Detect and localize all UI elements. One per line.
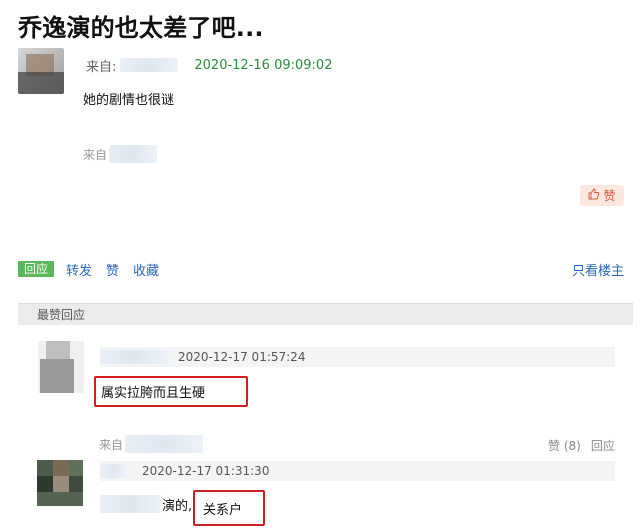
reply-text-blurred	[100, 495, 162, 513]
reply-timestamp: 2020-12-17 01:57:24	[178, 350, 306, 364]
reply-button[interactable]: 回应	[18, 261, 55, 277]
action-bar: 回应 转发 赞 收藏 只看楼主	[18, 260, 624, 279]
source-label: 来自	[99, 437, 124, 452]
source-label: 来自	[83, 147, 108, 162]
best-replies-header: 最赞回应	[18, 303, 633, 325]
reply-text: 属实拉胯而且生硬	[101, 386, 206, 401]
like-label: 赞	[603, 189, 616, 203]
reply-text-highlight: 属实拉胯而且生硬	[94, 376, 248, 407]
reply-avatar[interactable]	[37, 460, 83, 506]
like-link[interactable]: 赞	[106, 260, 119, 279]
reply-text-highlight: 关系户	[193, 490, 265, 526]
source-name-blurred	[125, 435, 204, 453]
author-name-blurred[interactable]	[120, 58, 179, 72]
thumbs-up-icon	[588, 188, 600, 203]
repost-link[interactable]: 转发	[66, 260, 92, 279]
reply-source: 来自	[99, 435, 204, 453]
reply-meta-bar: 2020-12-17 01:31:30	[100, 461, 615, 481]
source-name-blurred	[109, 145, 158, 163]
reply-text-line: 演的,	[100, 494, 192, 514]
reply-meta-bar: 2020-12-17 01:57:24	[100, 347, 615, 367]
reply-timestamp: 2020-12-17 01:31:30	[142, 464, 270, 478]
meta-from-label: 来自:	[86, 59, 117, 75]
reply-author-blurred[interactable]	[100, 464, 126, 478]
reply-like-link[interactable]: 赞 (8)	[548, 437, 581, 454]
author-avatar[interactable]	[18, 48, 64, 94]
collect-link[interactable]: 收藏	[133, 260, 159, 279]
reply-avatar[interactable]	[38, 341, 84, 393]
reply-text: 关系户	[203, 502, 243, 518]
post-meta: 来自: 2020-12-16 09:09:02	[86, 56, 333, 75]
post-source: 来自	[83, 145, 158, 163]
only-author-link[interactable]: 只看楼主	[572, 260, 624, 279]
reply-author-blurred[interactable]	[100, 350, 168, 364]
post-title: 乔逸演的也太差了吧...	[18, 14, 264, 42]
reply-tools: 赞 (8) 回应	[548, 437, 615, 454]
reply-text-prefix: 演的,	[162, 498, 193, 514]
post-body: 她的剧情也很谜	[83, 93, 175, 108]
reply-reply-link[interactable]: 回应	[591, 437, 615, 454]
post-timestamp: 2020-12-16 09:09:02	[194, 57, 333, 73]
like-button[interactable]: 赞	[580, 185, 624, 206]
best-replies-title: 最赞回应	[37, 308, 86, 322]
